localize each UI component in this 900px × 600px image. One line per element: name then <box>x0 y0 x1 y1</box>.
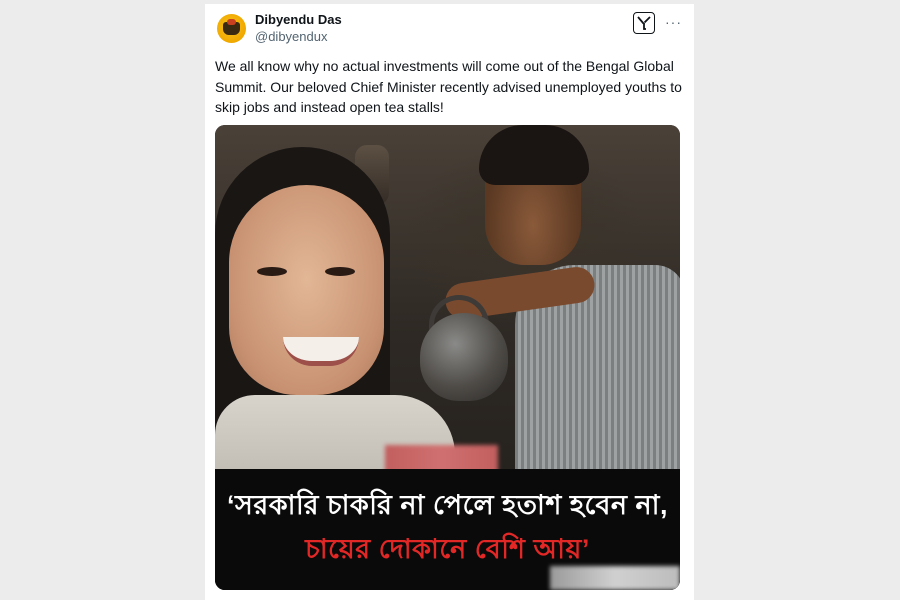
blurred-watermark <box>550 566 680 590</box>
headline-line-1: ‘সরকারি চাকরি না পেলে হতাশ হবেন না, <box>227 490 668 520</box>
tweet-media-image[interactable]: ‘সরকারি চাকরি না পেলে হতাশ হবেন না, চায়… <box>215 125 680 590</box>
tweet-text: We all know why no actual investments wi… <box>215 58 682 115</box>
more-options-icon[interactable]: ··· <box>665 14 682 30</box>
tweet-card: Dibyendu Das @dibyendux ··· We all know … <box>205 4 694 600</box>
author-name[interactable]: Dibyendu Das <box>255 12 342 27</box>
photo-woman-eye-left <box>257 267 287 276</box>
x-logo-icon[interactable] <box>633 12 655 34</box>
photo-man-hair <box>479 125 589 185</box>
avatar-mark-accent <box>227 19 236 25</box>
x-glyph-icon <box>637 16 651 30</box>
author-handle[interactable]: @dibyendux <box>255 29 327 44</box>
avatar[interactable] <box>217 14 246 43</box>
photo-woman-eye-right <box>325 267 355 276</box>
photo-kettle <box>420 313 508 401</box>
